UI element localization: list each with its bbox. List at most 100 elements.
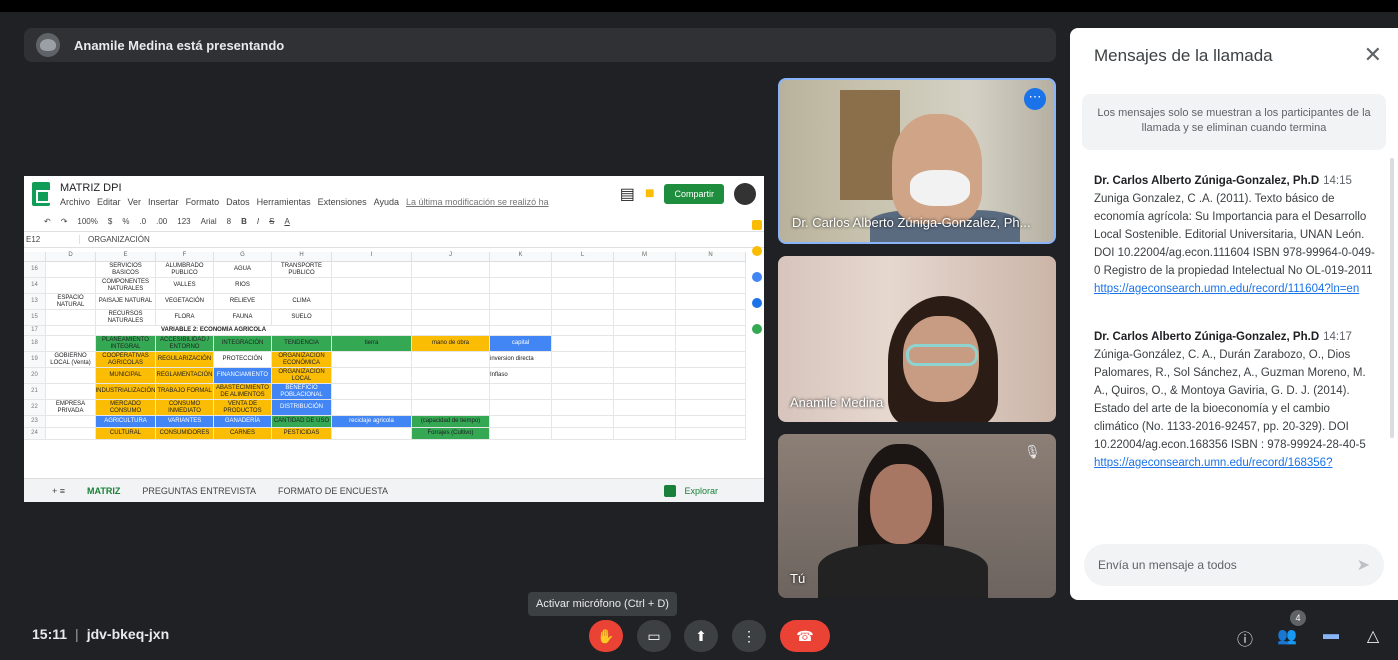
font-size: 8 xyxy=(226,217,232,226)
column-header: E xyxy=(96,252,156,261)
people-icon[interactable]: 👥 xyxy=(1276,626,1298,648)
participant-tile-carlos[interactable]: ⋯ Dr. Carlos Alberto Zúniga-Gonzalez, Ph… xyxy=(778,78,1056,244)
row-number: 24 xyxy=(24,428,46,439)
message-link[interactable]: https://ageconsearch.umn.edu/record/1683… xyxy=(1094,457,1332,469)
table-row: 18 PLANEAMIENTO INTEGRAL ACCESIBILIDAD /… xyxy=(24,336,746,352)
menu-item: Formato xyxy=(185,196,220,207)
top-strip xyxy=(0,0,1398,12)
chat-input[interactable]: Envía un mensaje a todos ➤ xyxy=(1084,544,1384,586)
user-avatar xyxy=(734,183,756,205)
row-number: 15 xyxy=(24,310,46,325)
cell: CLIMA xyxy=(272,294,332,309)
explore-label: Explorar xyxy=(684,485,718,496)
explore-icon xyxy=(664,484,677,497)
currency-format: $ xyxy=(107,217,113,226)
participant-tile-self[interactable]: 🎙︎ Tú xyxy=(778,434,1056,598)
column-header: N xyxy=(676,252,746,261)
cell: VENTA DE PRODUCTOS xyxy=(214,400,272,415)
row-number: 17 xyxy=(24,326,46,335)
redo-icon: ↷ xyxy=(60,217,68,226)
meet-icon: ■ xyxy=(644,185,655,202)
cell: COOPERATIVAS AGRICOLAS xyxy=(96,352,156,367)
message-sender: Dr. Carlos Alberto Zúniga-Gonzalez, Ph.D xyxy=(1094,331,1320,343)
chat-icon[interactable]: ▬ xyxy=(1320,626,1342,648)
menu-item: Ver xyxy=(127,196,142,207)
cell xyxy=(46,278,96,293)
number-format: 123 xyxy=(177,217,191,226)
table-row: 20 MUNICIPAL REGLAMENTACIÓN FINANCIAMIEN… xyxy=(24,368,746,384)
cell: INDUSTRIALIZACIÓN xyxy=(96,384,156,399)
cell: (capacidad de tiempo) xyxy=(412,416,490,427)
table-row: 22 EMPRESA PRIVADA MERCADO CONSUMO CONSU… xyxy=(24,400,746,416)
send-icon[interactable]: ➤ xyxy=(1357,555,1370,575)
row-number: 19 xyxy=(24,352,46,367)
row-number: 13 xyxy=(24,294,46,309)
comment-icon: ▤ xyxy=(619,186,635,203)
chat-scrollbar[interactable] xyxy=(1390,158,1394,438)
bold-button: B xyxy=(241,217,247,226)
cell: MERCADO CONSUMO xyxy=(96,400,156,415)
camera-toggle-button[interactable]: ▭ xyxy=(637,620,671,652)
cell: REGLAMENTACIÓN xyxy=(156,368,214,383)
mic-toggle-button[interactable]: ✋ xyxy=(589,620,623,652)
more-options-button[interactable]: ⋮ xyxy=(732,620,766,652)
sheet-grid: D E F G H I J K L M N 16 SERVICIOS BASIC… xyxy=(24,252,746,440)
cell xyxy=(46,310,96,325)
mic-tooltip: Activar micrófono (Ctrl + D) xyxy=(528,592,677,616)
cell: TENDENCIA xyxy=(272,336,332,351)
menu-item: Ayuda xyxy=(373,196,400,207)
participant-tile-anamile[interactable]: Anamile Medina xyxy=(778,256,1056,422)
cell: ABASTECIMIENTO DE ALIMENTOS xyxy=(214,384,272,399)
close-icon[interactable]: ✕ xyxy=(1364,42,1382,68)
side-panel-icons xyxy=(752,220,764,350)
cell: DISTRIBUCIÓN xyxy=(272,400,332,415)
cell: ACCESIBILIDAD / ENTORNO xyxy=(156,336,214,351)
cell-reference: E12 xyxy=(24,235,80,244)
menu-item: Herramientas xyxy=(256,196,311,207)
background-door xyxy=(840,90,900,200)
share-button: Compartir xyxy=(664,184,724,204)
mic-off-icon: ✋ xyxy=(597,627,615,644)
end-call-button[interactable]: ☎ xyxy=(780,620,830,652)
cell: CULTURAL xyxy=(96,428,156,439)
cell: reciclaje agricola xyxy=(332,416,412,427)
cell: ESPACIO NATURAL xyxy=(46,294,96,309)
column-header: F xyxy=(156,252,214,261)
column-header: H xyxy=(272,252,332,261)
cell: FINANCIAMIENTO xyxy=(214,368,272,383)
table-row: 23 AGRICULTURA VARIANTES GANADERÍA CANTI… xyxy=(24,416,746,428)
table-row: 21 INDUSTRIALIZACIÓN TRABAJO FORMAL ABAS… xyxy=(24,384,746,400)
activities-icon[interactable]: △ xyxy=(1362,626,1384,648)
clock-time: 15:11 xyxy=(32,626,68,642)
cell: COMPONENTES NATURALES xyxy=(96,278,156,293)
row-number: 16 xyxy=(24,262,46,277)
present-button[interactable]: ⬆ xyxy=(684,620,718,652)
row-number: 18 xyxy=(24,336,46,351)
info-icon[interactable]: ⓘ xyxy=(1234,626,1256,649)
more-options-icon[interactable]: ⋯ xyxy=(1024,88,1046,110)
camera-icon: ▭ xyxy=(647,627,661,644)
menu-item: Extensiones xyxy=(317,196,367,207)
row-number: 14 xyxy=(24,278,46,293)
menu-item: Datos xyxy=(226,196,250,207)
menu-item: Insertar xyxy=(148,196,179,207)
cell: EMPRESA PRIVADA xyxy=(46,400,96,415)
table-row: 16 SERVICIOS BASICOS ALUMBRADO PUBLICO A… xyxy=(24,262,746,278)
table-row: 24 CULTURAL CONSUMIDORES CARNES PESTICID… xyxy=(24,428,746,440)
more-vert-icon: ⋮ xyxy=(742,627,756,644)
cell: PESTICIDAS xyxy=(272,428,332,439)
font-name: Arial xyxy=(200,217,217,226)
calendar-icon xyxy=(752,220,762,230)
cell: TRABAJO FORMAL xyxy=(156,384,214,399)
glasses xyxy=(906,344,978,366)
cell: mano de obra xyxy=(412,336,490,351)
decimal-inc: .00 xyxy=(156,217,168,226)
cell: capital xyxy=(490,336,552,351)
participant-name: Tú xyxy=(790,571,806,586)
message-link[interactable]: https://ageconsearch.umn.edu/record/1116… xyxy=(1094,283,1359,295)
contacts-icon xyxy=(752,298,762,308)
cell: ORGANIZACIÓN ECONÓMICA xyxy=(272,352,332,367)
meeting-info: 15:11 | jdv-bkeq-jxn xyxy=(32,626,170,642)
tab-matriz: MATRIZ xyxy=(87,485,121,496)
participant-face xyxy=(870,464,932,544)
